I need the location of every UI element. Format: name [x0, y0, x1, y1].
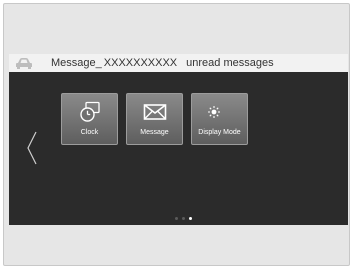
message-button[interactable]: Message: [126, 93, 183, 145]
message-count: XXXXXXXXXX: [103, 57, 178, 69]
message-label: Message: [140, 129, 169, 136]
page-dot-2[interactable]: [182, 217, 185, 220]
clock-button[interactable]: Clock: [61, 93, 118, 145]
unread-messages-status: Message_ XXXXXXXXXX unread messages: [51, 56, 274, 70]
clock-icon: [79, 101, 100, 122]
car-icon: [16, 58, 32, 69]
page-dot-3[interactable]: [189, 217, 192, 220]
display-mode-button[interactable]: Display Mode: [191, 93, 248, 145]
page-indicator: [175, 217, 192, 221]
page-dot-1[interactable]: [175, 217, 178, 220]
status-bar: Message_ XXXXXXXXXX unread messages: [9, 54, 348, 72]
envelope-icon: [143, 104, 166, 120]
home-screen: Clock Message Display Mode: [9, 72, 348, 225]
unread-label: unread messages: [186, 57, 274, 69]
display-mode-label: Display Mode: [198, 129, 241, 136]
chevron-left-icon[interactable]: [25, 130, 39, 166]
device-frame: Message_ XXXXXXXXXX unread messages Clock: [3, 3, 350, 266]
clock-label: Clock: [80, 129, 99, 136]
message-label: Message_: [51, 57, 102, 69]
sun-moon-icon: [207, 106, 231, 118]
